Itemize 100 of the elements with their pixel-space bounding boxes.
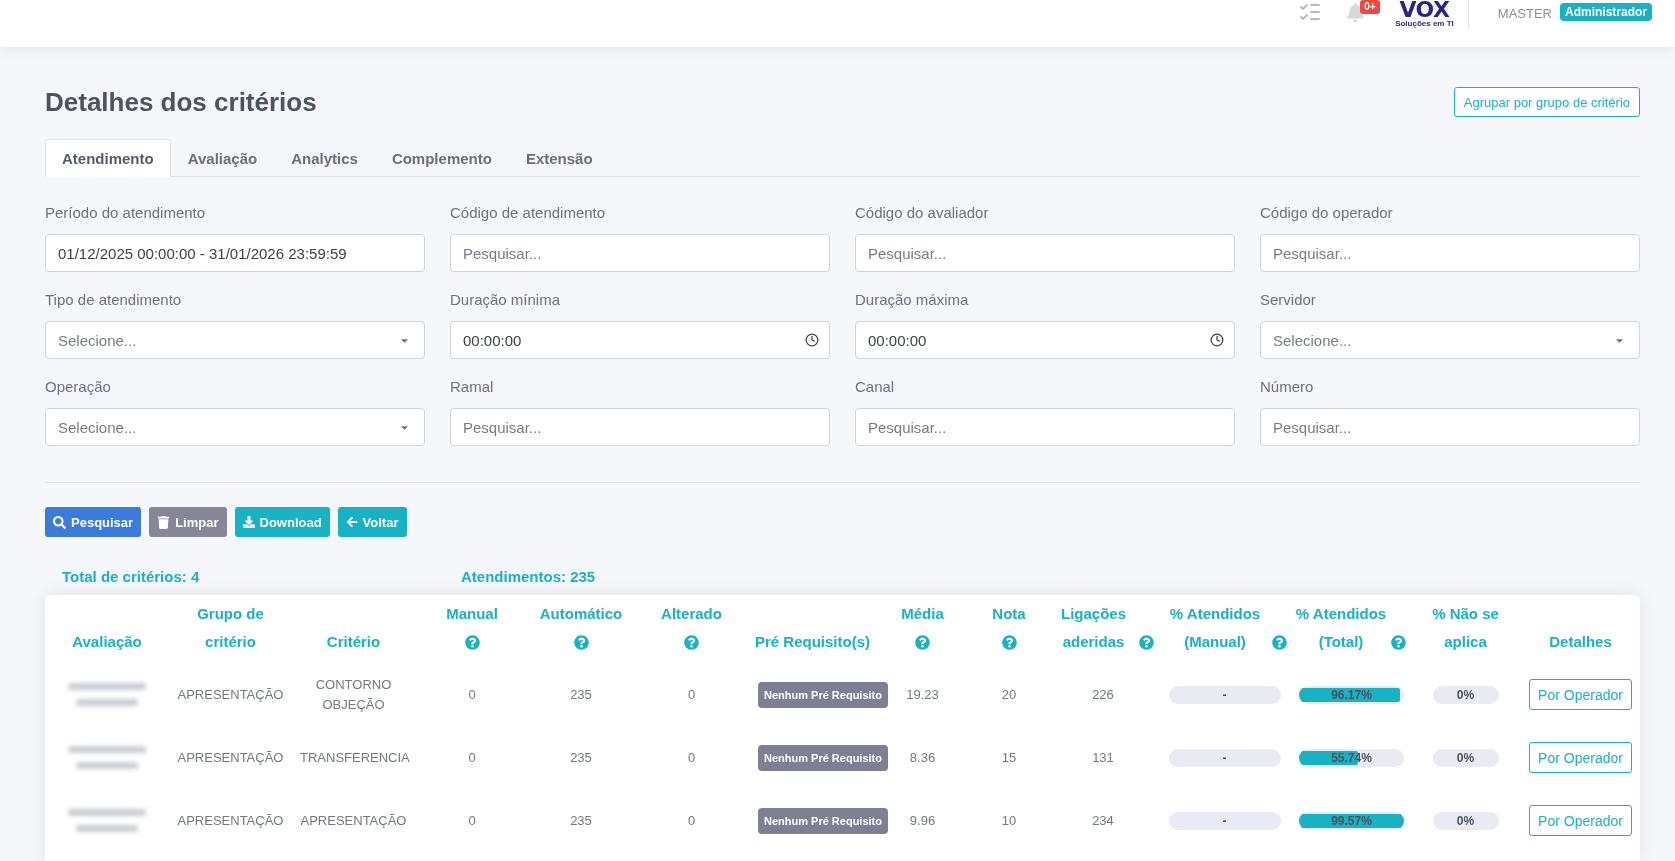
summary-text: Total de critérios: 4 <box>62 568 201 586</box>
progress-value: 96.17% <box>1331 687 1372 702</box>
back-button[interactable]: Voltar <box>337 507 407 537</box>
column-header: Automático <box>539 604 623 624</box>
help-icon[interactable] <box>573 634 589 650</box>
text-field[interactable]: 01/12/2025 00:00:00 - 31/01/2026 23:59:59 <box>45 234 425 272</box>
help-icon[interactable] <box>1391 634 1406 650</box>
progress-value: - <box>1222 687 1227 702</box>
table-cell: 0 <box>415 663 529 726</box>
table-cell-text: 0 <box>467 748 477 767</box>
field-label: Número <box>1260 377 1315 397</box>
time-field[interactable]: 00:00:00 <box>450 321 830 359</box>
column-header: Média <box>901 604 944 624</box>
search-field[interactable]: Pesquisar... <box>855 234 1235 272</box>
help-icon[interactable] <box>1272 634 1287 650</box>
table-cell-text: 234 <box>1091 811 1115 830</box>
select-field[interactable]: Selecione... <box>45 321 425 359</box>
search-button[interactable]: Pesquisar <box>45 507 142 537</box>
group-by-button[interactable]: Agrupar por grupo de critério <box>1453 87 1640 117</box>
column-header: Grupo de critério <box>196 604 265 652</box>
prerequisite-tag: Nenhum Pré Requisito <box>758 681 888 708</box>
field-label: Operação <box>45 377 112 397</box>
select-field[interactable]: Selecione... <box>1260 321 1640 359</box>
table-cell-text: APRESENTAÇÃO <box>176 811 285 830</box>
table-cell-text: APRESENTAÇÃO <box>299 811 408 830</box>
download-icon <box>242 516 255 528</box>
column-header: % Atendidos (Manual) <box>1168 604 1262 652</box>
download-button[interactable]: Download <box>234 507 330 537</box>
column-header: Alterado <box>661 604 722 624</box>
notification-badge: 0+ <box>1360 0 1380 14</box>
help-icon[interactable] <box>464 634 480 650</box>
column-header: % Não se aplica <box>1431 604 1500 652</box>
field-label: Servidor <box>1260 290 1317 310</box>
tab[interactable]: Atendimento <box>45 139 171 177</box>
field-label: Canal <box>855 377 896 397</box>
search-field[interactable]: Pesquisar... <box>1260 408 1640 446</box>
column-header: Manual <box>446 604 498 624</box>
column-header: Avaliação <box>72 632 142 652</box>
table-cell-text: 235 <box>569 748 593 767</box>
tab[interactable]: Extensão <box>508 139 610 177</box>
table-cell: APRESENTAÇÃO <box>169 663 292 726</box>
search-icon <box>53 515 66 529</box>
bell-icon[interactable] <box>1346 2 1366 22</box>
column-header: % Atendidos (Total) <box>1295 604 1387 652</box>
prerequisite-tag: Nenhum Pré Requisito <box>758 807 888 834</box>
search-field[interactable]: Pesquisar... <box>855 408 1235 446</box>
table-cell: CONTORNO OBJEÇÃO <box>292 663 415 726</box>
table-cell: 20 <box>970 663 1048 726</box>
tab[interactable]: Complemento <box>374 139 509 177</box>
help-icon[interactable] <box>1001 634 1017 650</box>
select-field[interactable]: Selecione... <box>45 408 425 446</box>
column-header: Pré Requisito(s) <box>755 632 870 652</box>
per-operator-button[interactable]: Por Operador <box>1529 679 1632 710</box>
time-field[interactable]: 00:00:00 <box>855 321 1235 359</box>
column-header: Ligações aderidas <box>1060 604 1127 652</box>
trash-icon <box>157 515 171 529</box>
clock-icon <box>1210 333 1224 347</box>
clock-icon <box>805 333 819 347</box>
prerequisite-tag: Nenhum Pré Requisito <box>758 744 888 771</box>
search-field[interactable]: Pesquisar... <box>450 234 830 272</box>
role-badge: Administrador <box>1560 3 1652 21</box>
field-label: Código do operador <box>1260 203 1394 223</box>
per-operator-button[interactable]: Por Operador <box>1529 805 1632 836</box>
per-operator-button[interactable]: Por Operador <box>1529 742 1632 773</box>
field-label: Duração mínima <box>450 290 562 310</box>
column-header: Critério <box>326 632 381 652</box>
table-cell-text: TRANSFERENCIA <box>299 748 411 767</box>
field-label: Tipo de atendimento <box>45 290 183 310</box>
table-cell: 0 <box>633 663 750 726</box>
search-field[interactable]: Pesquisar... <box>450 408 830 446</box>
table-cell: 235 <box>529 663 633 726</box>
progress-value: 99.57% <box>1331 813 1372 828</box>
field-label: Ramal <box>450 377 495 397</box>
tab[interactable]: Analytics <box>274 139 375 177</box>
table-cell-text: 0 <box>467 811 477 830</box>
search-field[interactable]: Pesquisar... <box>1260 234 1640 272</box>
field-label: Código de atendimento <box>450 203 607 223</box>
help-icon[interactable] <box>1139 634 1154 650</box>
table-cell: 226 <box>1048 663 1158 726</box>
progress-value: 0% <box>1456 750 1475 765</box>
field-label: Duração máxima <box>855 290 970 310</box>
user-name: MASTER <box>1497 6 1552 21</box>
table-cell-text: APRESENTAÇÃO <box>176 748 285 767</box>
progress-value: - <box>1222 750 1227 765</box>
tab[interactable]: Avaliação <box>170 139 275 177</box>
summary-text: Atendimentos: 235 <box>461 568 596 586</box>
column-header: Nota <box>992 604 1026 624</box>
table-cell-text: 15 <box>1000 748 1018 767</box>
table-cell-text: 0 <box>686 811 697 830</box>
field-label: Código do avaliador <box>855 203 990 223</box>
page-title: Detalhes dos critérios <box>45 86 317 118</box>
column-header: Detalhes <box>1549 632 1612 652</box>
help-icon[interactable] <box>684 634 699 650</box>
table-cell-text: 235 <box>569 811 593 830</box>
clear-button[interactable]: Limpar <box>149 507 227 537</box>
logo-text: VOX <box>1399 0 1450 19</box>
progress-value: 0% <box>1456 813 1475 828</box>
help-icon[interactable] <box>915 634 930 650</box>
table-cell-text: 10 <box>1000 811 1018 830</box>
table-cell-text: 0 <box>686 748 697 767</box>
